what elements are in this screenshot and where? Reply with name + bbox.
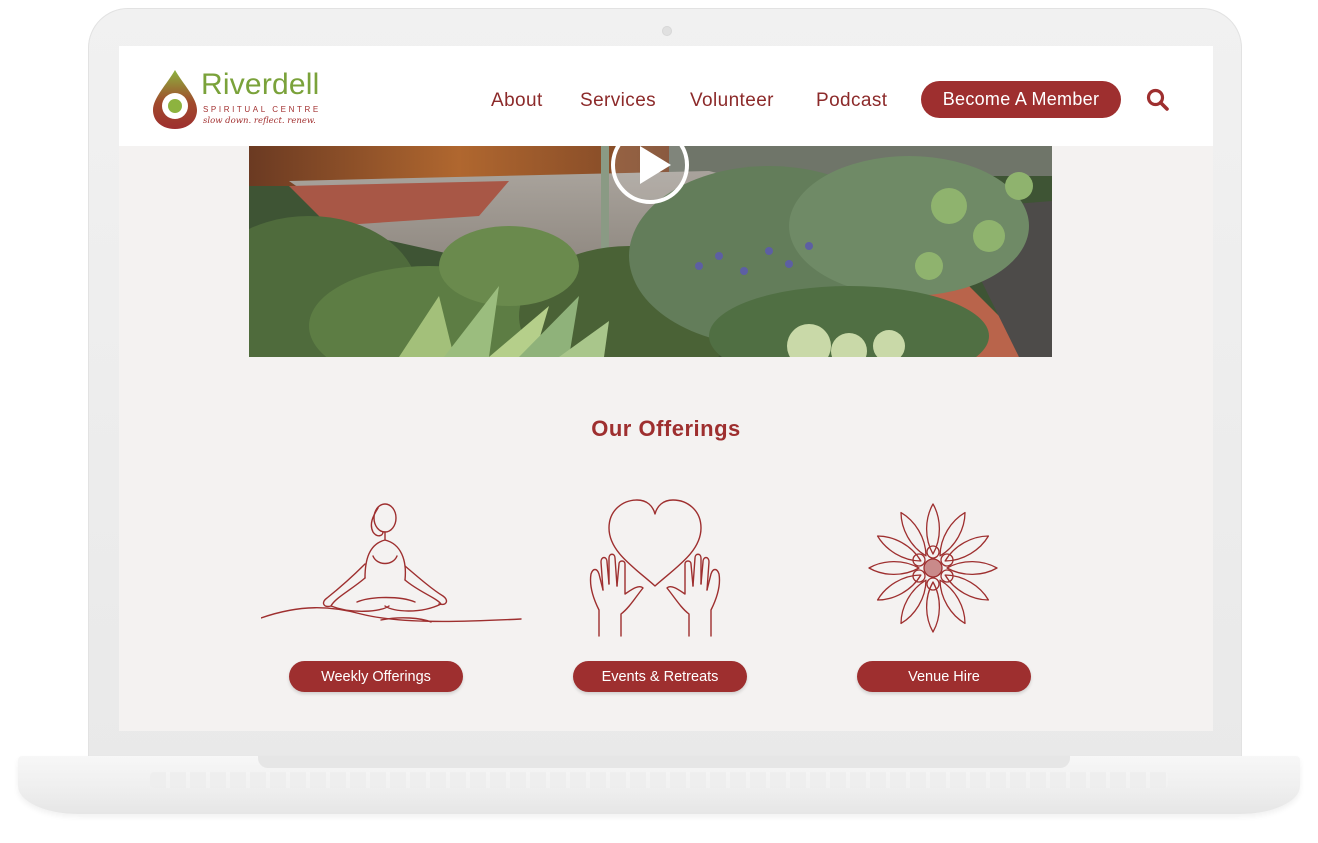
laptop-hinge xyxy=(258,756,1070,768)
nav-about[interactable]: About xyxy=(491,90,543,112)
nav-services[interactable]: Services xyxy=(580,90,656,112)
venue-hire-button[interactable]: Venue Hire xyxy=(857,661,1031,692)
play-icon[interactable] xyxy=(609,146,691,206)
flower-icon xyxy=(868,503,998,633)
browser-screen: Riverdell SPIRITUAL CENTRE slow down. re… xyxy=(119,46,1213,731)
search-icon[interactable] xyxy=(1145,87,1171,113)
brand-name: Riverdell xyxy=(201,68,320,101)
camera-dot xyxy=(662,26,672,36)
site-header: Riverdell SPIRITUAL CENTRE slow down. re… xyxy=(119,46,1213,146)
nav-podcast[interactable]: Podcast xyxy=(816,90,887,112)
keyboard-edge xyxy=(150,772,1168,788)
brand-tagline: slow down. reflect. renew. xyxy=(203,116,316,126)
nav-volunteer[interactable]: Volunteer xyxy=(690,90,774,112)
logo-drop-icon xyxy=(153,70,197,129)
heart-hands-icon xyxy=(589,499,721,637)
section-title: Our Offerings xyxy=(591,416,741,441)
become-member-button[interactable]: Become A Member xyxy=(921,81,1121,118)
meditation-icon xyxy=(261,503,522,623)
events-retreats-button[interactable]: Events & Retreats xyxy=(573,661,747,692)
logo-link[interactable]: Riverdell SPIRITUAL CENTRE slow down. re… xyxy=(151,68,341,130)
brand-subtitle: SPIRITUAL CENTRE xyxy=(203,105,321,114)
hero-video[interactable] xyxy=(249,146,1052,357)
weekly-offerings-button[interactable]: Weekly Offerings xyxy=(289,661,463,692)
